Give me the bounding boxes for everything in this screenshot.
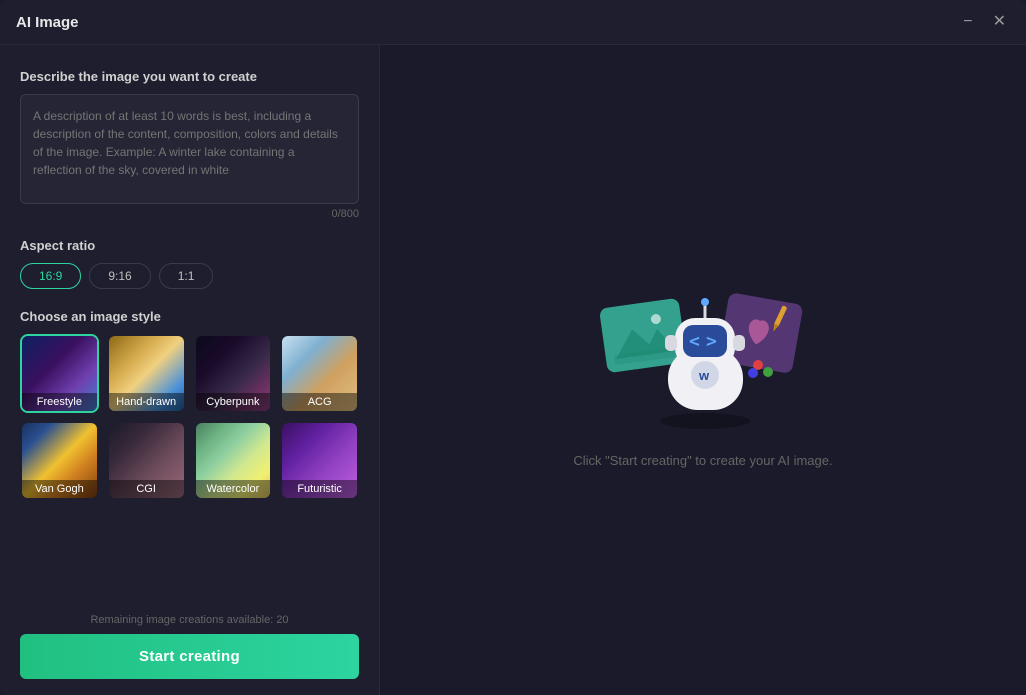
description-label: Describe the image you want to create <box>20 69 359 84</box>
style-cgi-label: CGI <box>109 480 184 498</box>
aspect-ratio-9-16[interactable]: 9:16 <box>89 263 150 289</box>
style-hand-drawn[interactable]: Hand-drawn <box>107 334 186 413</box>
aspect-ratio-1-1[interactable]: 1:1 <box>159 263 214 289</box>
style-watercolor-label: Watercolor <box>196 480 271 498</box>
title-bar: AI Image − ✕ <box>0 0 1026 45</box>
style-cyberpunk-label: Cyberpunk <box>196 393 271 411</box>
window-controls: − ✕ <box>959 12 1010 32</box>
style-watercolor[interactable]: Watercolor <box>194 421 273 500</box>
style-futuristic-label: Futuristic <box>282 480 357 498</box>
style-acg-label: ACG <box>282 393 357 411</box>
style-futuristic[interactable]: Futuristic <box>280 421 359 500</box>
footer-area: Remaining image creations available: 20 … <box>20 614 359 679</box>
aspect-ratio-16-9[interactable]: 16:9 <box>20 263 81 289</box>
style-freestyle[interactable]: Freestyle <box>20 334 99 413</box>
style-freestyle-label: Freestyle <box>22 393 97 411</box>
aspect-ratio-section: Aspect ratio 16:9 9:16 1:1 <box>20 238 359 289</box>
svg-text:w: w <box>698 368 710 383</box>
window-title: AI Image <box>16 14 79 31</box>
minimize-button[interactable]: − <box>959 12 976 32</box>
style-hand-drawn-label: Hand-drawn <box>109 393 184 411</box>
remaining-text: Remaining image creations available: 20 <box>20 614 359 626</box>
right-panel: < > w Click "Start creating" to create y… <box>380 45 1026 695</box>
aspect-ratio-buttons: 16:9 9:16 1:1 <box>20 263 359 289</box>
style-label: Choose an image style <box>20 309 359 324</box>
robot-illustration: < > w <box>593 273 813 433</box>
style-acg[interactable]: ACG <box>280 334 359 413</box>
style-section: Choose an image style Freestyle Hand-dra… <box>20 309 359 500</box>
svg-text:>: > <box>706 331 717 352</box>
description-textarea[interactable] <box>20 94 359 204</box>
style-cyberpunk[interactable]: Cyberpunk <box>194 334 273 413</box>
start-creating-button[interactable]: Start creating <box>20 634 359 679</box>
style-grid: Freestyle Hand-drawn Cyberpunk ACG <box>20 334 359 500</box>
main-content: Describe the image you want to create 0/… <box>0 45 1026 695</box>
close-button[interactable]: ✕ <box>989 12 1010 32</box>
style-van-gogh[interactable]: Van Gogh <box>20 421 99 500</box>
aspect-ratio-label: Aspect ratio <box>20 238 359 253</box>
style-van-gogh-label: Van Gogh <box>22 480 97 498</box>
left-panel: Describe the image you want to create 0/… <box>0 45 380 695</box>
app-window: AI Image − ✕ Describe the image you want… <box>0 0 1026 695</box>
svg-text:<: < <box>689 331 700 352</box>
placeholder-text: Click "Start creating" to create your AI… <box>573 453 832 468</box>
char-count: 0/800 <box>20 208 359 220</box>
style-cgi[interactable]: CGI <box>107 421 186 500</box>
